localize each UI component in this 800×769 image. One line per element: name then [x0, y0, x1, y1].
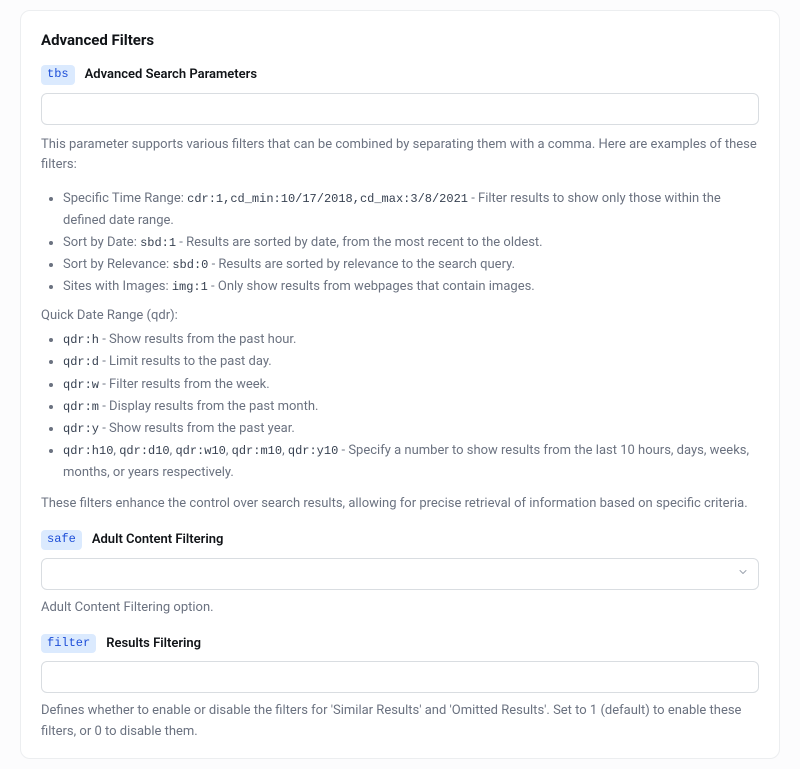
tbs-footer: These filters enhance the control over s…: [41, 494, 759, 514]
safe-badge: safe: [41, 530, 82, 550]
list-item: Specific Time Range: cdr:1,cd_min:10/17/…: [63, 188, 759, 232]
list-item-post: - Limit results to the past day.: [99, 354, 272, 369]
list-item-code: qdr:y: [63, 422, 99, 436]
list-item-code: qdr:h10: [63, 444, 113, 458]
list-item-code: qdr:h: [63, 333, 99, 347]
advanced-filters-panel: Advanced Filters tbs Advanced Search Par…: [20, 10, 780, 759]
list-item: qdr:y - Show results from the past year.: [63, 418, 759, 440]
list-item-code: qdr:d10: [119, 444, 169, 458]
list-item-pre: Sites with Images:: [63, 279, 172, 294]
qdr-subheading: Quick Date Range (qdr):: [41, 308, 759, 323]
filter-label: Results Filtering: [106, 636, 201, 651]
list-item-code: qdr:w10: [175, 444, 225, 458]
tbs-examples-list: Specific Time Range: cdr:1,cd_min:10/17/…: [41, 188, 759, 298]
list-item-post: - Show results from the past hour.: [99, 332, 296, 347]
list-item-pre: Sort by Date:: [63, 235, 140, 250]
list-item: qdr:m - Display results from the past mo…: [63, 396, 759, 418]
safe-select-wrap: [41, 558, 759, 590]
safe-caption: Adult Content Filtering option.: [41, 598, 759, 618]
tbs-header: tbs Advanced Search Parameters: [41, 65, 759, 85]
tbs-badge: tbs: [41, 65, 75, 85]
list-item: Sort by Date: sbd:1 - Results are sorted…: [63, 232, 759, 254]
tbs-label: Advanced Search Parameters: [85, 67, 257, 82]
list-item: qdr:h - Show results from the past hour.: [63, 329, 759, 351]
list-item: qdr:w - Filter results from the week.: [63, 374, 759, 396]
safe-select[interactable]: [41, 558, 759, 590]
list-item-post: - Display results from the past month.: [99, 399, 318, 414]
qdr-list: qdr:h - Show results from the past hour.…: [41, 329, 759, 484]
filter-caption: Defines whether to enable or disable the…: [41, 701, 759, 741]
list-item: qdr:d - Limit results to the past day.: [63, 351, 759, 373]
list-item-pre: Sort by Relevance:: [63, 257, 172, 272]
list-item-post: - Only show results from webpages that c…: [208, 279, 535, 294]
list-item: Sites with Images: img:1 - Only show res…: [63, 276, 759, 298]
filter-header: filter Results Filtering: [41, 634, 759, 654]
tbs-input[interactable]: [41, 93, 759, 125]
tbs-intro: This parameter supports various filters …: [41, 135, 759, 175]
list-item-code: qdr:y10: [288, 444, 338, 458]
list-item-code: qdr:m: [63, 400, 99, 414]
list-item-post: - Show results from the past year.: [99, 421, 295, 436]
list-item-code: img:1: [172, 280, 208, 294]
safe-label: Adult Content Filtering: [92, 532, 224, 547]
list-item-post: - Filter results from the week.: [99, 377, 270, 392]
list-item-post: - Results are sorted by date, from the m…: [176, 235, 543, 250]
list-item: qdr:h10, qdr:d10, qdr:w10, qdr:m10, qdr:…: [63, 440, 759, 484]
list-item-code: qdr:w: [63, 378, 99, 392]
list-item-code: cdr:1,cd_min:10/17/2018,cd_max:3/8/2021: [187, 192, 468, 206]
list-item-code: sbd:1: [140, 236, 176, 250]
list-item-code: sbd:0: [172, 258, 208, 272]
list-item-post: - Results are sorted by relevance to the…: [208, 257, 515, 272]
filter-input[interactable]: [41, 661, 759, 693]
list-item-code: qdr:m10: [232, 444, 282, 458]
safe-header: safe Adult Content Filtering: [41, 530, 759, 550]
panel-title: Advanced Filters: [41, 31, 759, 49]
list-item: Sort by Relevance: sbd:0 - Results are s…: [63, 254, 759, 276]
list-item-code: qdr:d: [63, 355, 99, 369]
list-item-pre: Specific Time Range:: [63, 191, 187, 206]
filter-badge: filter: [41, 634, 96, 654]
